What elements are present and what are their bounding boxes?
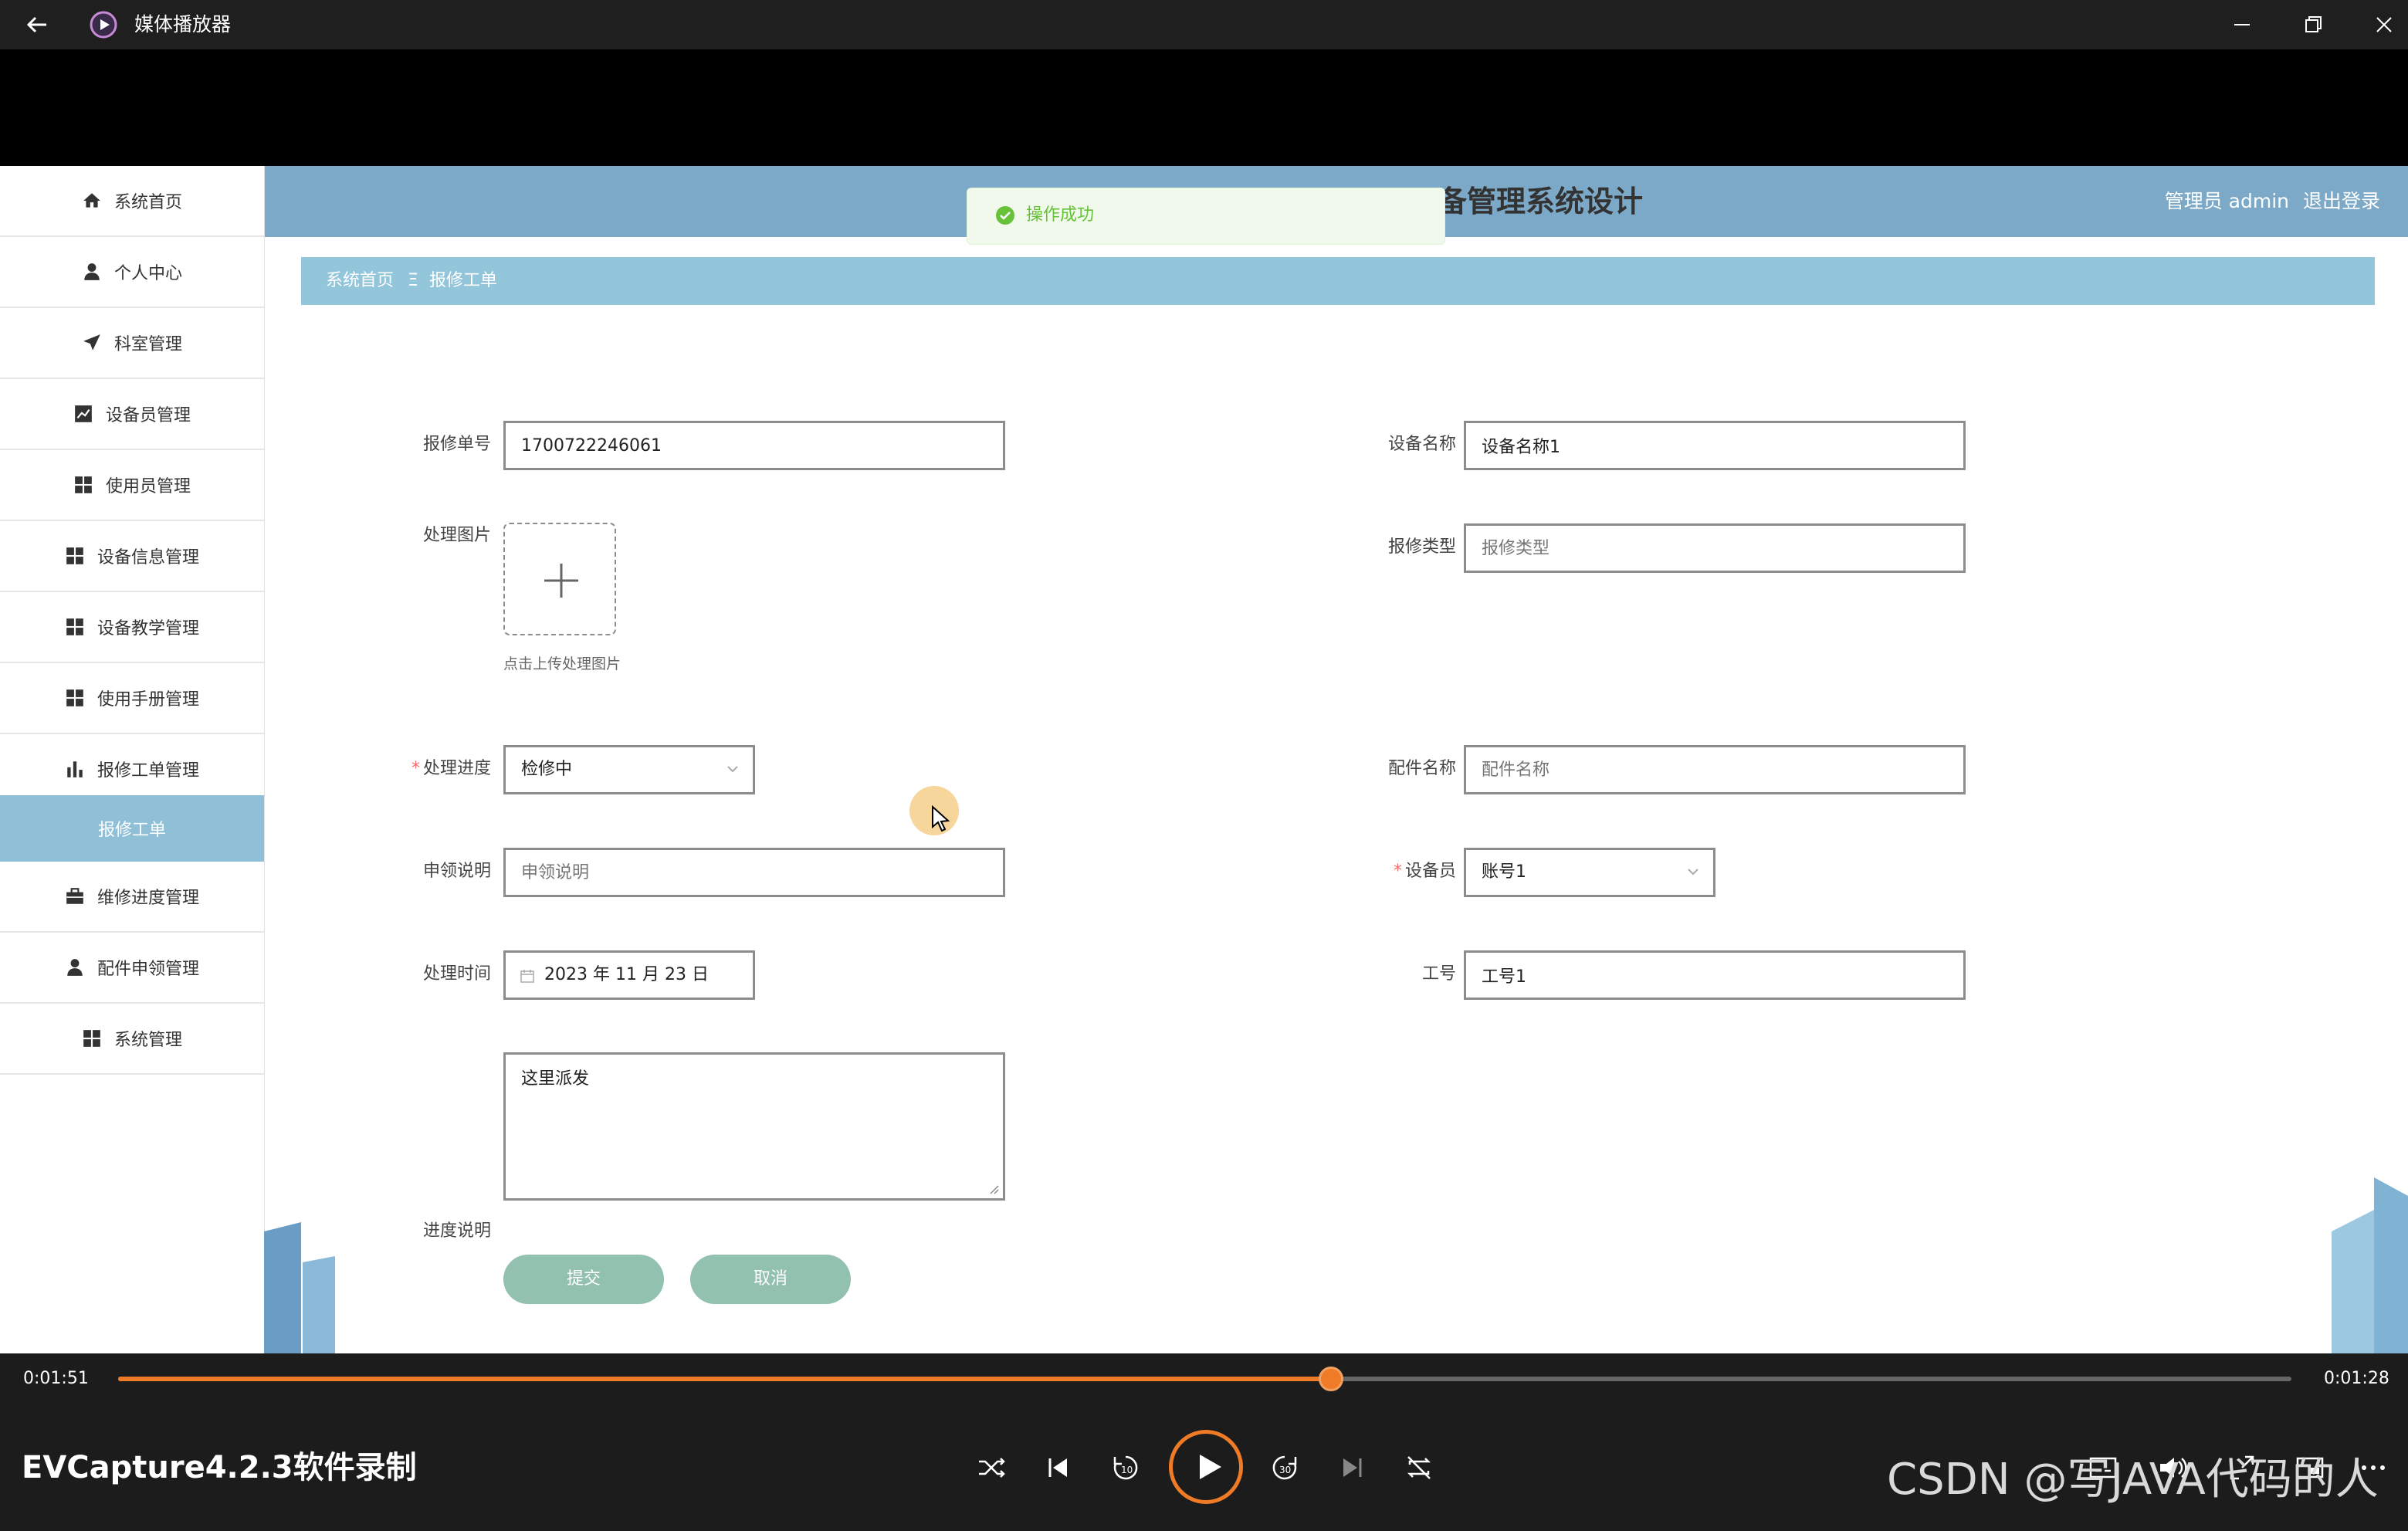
device-name-input[interactable] <box>1464 421 1966 470</box>
part-name-input[interactable] <box>1464 745 1966 794</box>
sidebar-item-device-staff[interactable]: 设备员管理 <box>0 379 264 450</box>
calendar-icon <box>520 970 534 983</box>
submit-button[interactable]: 提交 <box>503 1255 664 1304</box>
repair-no-input[interactable] <box>503 421 1005 470</box>
remaining-time: 0:01:28 <box>2324 1369 2389 1388</box>
admin-label: 管理员 admin <box>2164 190 2289 212</box>
user-icon <box>84 263 100 280</box>
progress-select[interactable]: 检修中 <box>503 745 755 794</box>
sidebar-item-department[interactable]: 科室管理 <box>0 308 264 379</box>
seek-bar[interactable] <box>118 1367 2291 1391</box>
sidebar-item-parts-apply[interactable]: 配件申领管理 <box>0 933 264 1004</box>
rewind-10-icon[interactable]: 10 <box>1107 1449 1144 1486</box>
window-title: 媒体播放器 <box>134 13 232 36</box>
play-button[interactable] <box>1169 1430 1243 1504</box>
progress-label: * 处理进度 <box>411 759 491 778</box>
device-name-label: 设备名称 <box>1387 435 1456 454</box>
progress-desc-label: 进度说明 <box>422 1221 491 1241</box>
breadcrumb: 系统首页 Ξ 报修工单 <box>301 257 2375 305</box>
apply-desc-input[interactable] <box>503 848 1005 897</box>
system-title: 备管理系统设计 <box>1438 185 1644 218</box>
upload-hint: 点击上传处理图片 <box>503 655 621 672</box>
shuffle-icon[interactable] <box>973 1449 1010 1486</box>
repeat-icon[interactable] <box>1400 1449 1438 1486</box>
user-icon <box>67 959 83 976</box>
sidebar-subitem-repair-order[interactable]: 报修工单 <box>0 795 264 862</box>
check-circle-icon <box>996 206 1014 225</box>
back-arrow-icon[interactable] <box>22 9 52 40</box>
recorder-text: EVCapture4.2.3软件录制 <box>22 1450 417 1485</box>
csdn-watermark: CSDN @写JAVA代码的人 <box>1887 1455 2379 1505</box>
media-player-controls: 0:01:51 0:01:28 EVCapture4.2.3软件录制 10 30… <box>0 1353 2408 1531</box>
send-icon <box>83 334 100 351</box>
sidebar-item-profile[interactable]: 个人中心 <box>0 237 264 308</box>
web-page: 备管理系统设计 管理员 admin 退出登录 系统首页 个人中心 科室管理 设备员… <box>0 166 2408 1353</box>
building-decoration <box>264 1222 335 1353</box>
forward-30-icon[interactable]: 30 <box>1266 1449 1303 1486</box>
seek-knob[interactable] <box>1318 1367 1343 1391</box>
sidebar-item-user-staff[interactable]: 使用员管理 <box>0 450 264 521</box>
repair-no-label: 报修单号 <box>422 435 491 454</box>
building-decoration <box>2332 1177 2408 1353</box>
job-no-input[interactable] <box>1464 950 1966 1000</box>
sidebar-item-manual[interactable]: 使用手册管理 <box>0 663 264 734</box>
repair-type-input[interactable] <box>1464 523 1966 573</box>
briefcase-icon <box>66 888 83 904</box>
job-no-label: 工号 <box>1421 964 1456 984</box>
process-time-input[interactable]: 2023 年 11 月 23 日 <box>503 950 755 1000</box>
user-info: 管理员 admin 退出登录 <box>2151 186 2380 217</box>
elapsed-time: 0:01:51 <box>23 1369 89 1388</box>
sidebar-item-device-info[interactable]: 设备信息管理 <box>0 521 264 592</box>
svg-text:30: 30 <box>1279 1465 1291 1475</box>
progress-desc-textarea[interactable]: 这里派发 <box>503 1052 1005 1201</box>
process-image-label: 处理图片 <box>422 526 491 545</box>
process-time-label: 处理时间 <box>422 964 491 984</box>
grid-icon <box>66 689 83 706</box>
sidebar: 系统首页 个人中心 科室管理 设备员管理 使用员管理 设备信息管理 设备教学管理… <box>0 166 265 1353</box>
repair-type-label: 报修类型 <box>1387 537 1456 557</box>
next-icon[interactable] <box>1334 1449 1371 1486</box>
image-upload-box[interactable] <box>503 523 616 635</box>
sidebar-item-home[interactable]: 系统首页 <box>0 166 264 237</box>
seek-bar-fill <box>118 1377 1331 1381</box>
play-icon <box>1200 1455 1221 1479</box>
breadcrumb-home[interactable]: 系统首页 <box>326 257 394 305</box>
chevron-down-icon <box>727 766 738 773</box>
device-staff-select[interactable]: 账号1 <box>1464 848 1715 897</box>
grid-icon <box>75 476 92 493</box>
cancel-button[interactable]: 取消 <box>690 1255 851 1304</box>
success-toast: 操作成功 <box>967 188 1445 245</box>
media-player-app-icon <box>90 11 117 39</box>
plus-icon <box>544 564 578 598</box>
window-title-bar: 媒体播放器 <box>0 0 2408 49</box>
chevron-down-icon <box>1688 869 1698 876</box>
part-name-label: 配件名称 <box>1387 759 1456 778</box>
bar-chart-icon <box>67 761 83 777</box>
mouse-cursor-icon <box>932 805 950 832</box>
apply-desc-label: 申领说明 <box>422 862 491 881</box>
toast-message: 操作成功 <box>1026 205 1095 225</box>
grid-icon <box>83 1030 100 1047</box>
sidebar-item-device-teaching[interactable]: 设备教学管理 <box>0 592 264 663</box>
grid-icon <box>66 547 83 564</box>
resize-handle-icon[interactable] <box>987 1183 1000 1195</box>
home-icon <box>83 193 100 208</box>
grid-icon <box>66 618 83 635</box>
breadcrumb-current: 报修工单 <box>429 271 498 290</box>
breadcrumb-separator: Ξ <box>408 271 418 290</box>
logout-link[interactable]: 退出登录 <box>2303 190 2380 212</box>
minimize-icon[interactable] <box>2227 9 2257 40</box>
sidebar-item-system[interactable]: 系统管理 <box>0 1004 264 1075</box>
svg-text:10: 10 <box>1121 1465 1133 1475</box>
sidebar-item-repair-progress[interactable]: 维修进度管理 <box>0 862 264 933</box>
device-staff-label: * 设备员 <box>1393 862 1456 881</box>
chart-icon <box>75 405 92 422</box>
previous-icon[interactable] <box>1039 1449 1076 1486</box>
close-icon[interactable] <box>2369 9 2400 40</box>
restore-icon[interactable] <box>2298 9 2328 40</box>
